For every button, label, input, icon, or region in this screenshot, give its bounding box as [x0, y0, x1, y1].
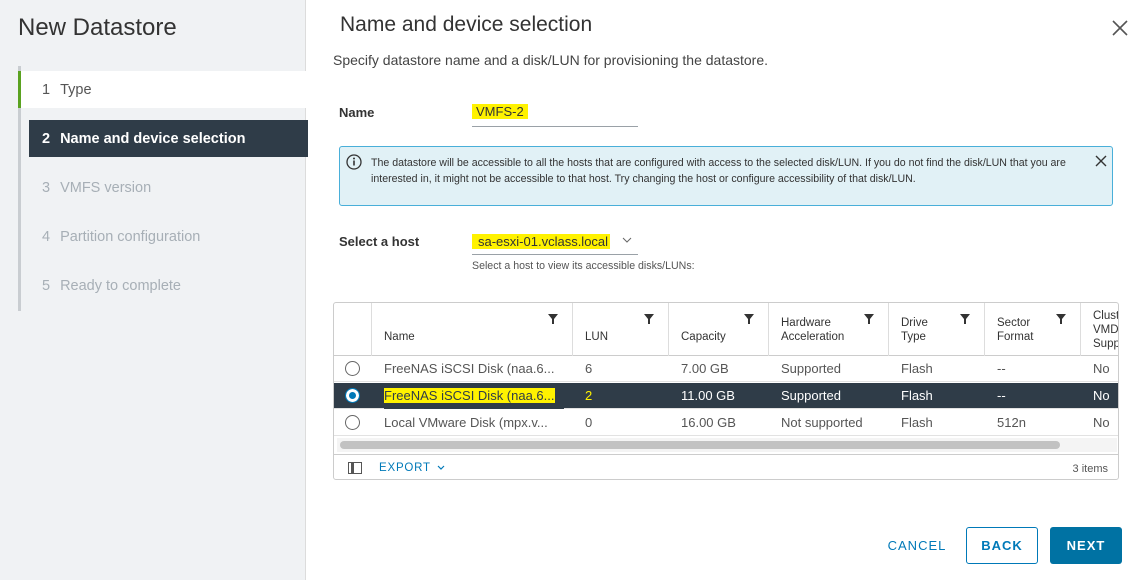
wizard-sidebar: New Datastore 1 Type 2 Name and device s…	[0, 0, 308, 580]
row-radio[interactable]	[345, 415, 360, 430]
step-label: VMFS version	[60, 179, 152, 196]
export-button[interactable]: EXPORT	[379, 462, 445, 474]
column-header-sector-format[interactable]: Sector Format	[984, 303, 1080, 356]
column-title: Drive Type	[901, 317, 928, 343]
table-row[interactable]: FreeNAS iSCSI Disk (naa.6... 6 7.00 GB S…	[334, 356, 1118, 382]
row-radio[interactable]	[345, 388, 360, 403]
column-toggle-icon[interactable]	[348, 462, 362, 474]
cell-name: FreeNAS iSCSI Disk (naa.6...	[384, 383, 564, 409]
back-button[interactable]: BACK	[966, 527, 1038, 564]
host-value: sa-esxi-01.vclass.local	[472, 234, 611, 249]
page-title: Name and device selection	[340, 13, 593, 36]
cell-name: Local VMware Disk (mpx.v...	[384, 415, 548, 430]
cell-sector-format: 512n	[997, 415, 1026, 430]
column-title: LUN	[585, 331, 609, 343]
row-radio[interactable]	[345, 361, 360, 376]
item-count: 3 items	[1072, 463, 1108, 475]
cell-hardware-acceleration: Supported	[781, 361, 841, 376]
cell-drive-type: Flash	[901, 361, 933, 376]
filter-icon[interactable]	[960, 314, 970, 324]
cell-capacity: 11.00 GB	[681, 388, 735, 403]
column-title: Sector Format	[997, 317, 1034, 343]
filter-icon[interactable]	[548, 314, 558, 324]
column-header-name[interactable]: Name	[371, 303, 572, 356]
step-partition-configuration: 4 Partition configuration	[21, 218, 307, 255]
step-name-and-device[interactable]: 2 Name and device selection	[29, 120, 308, 157]
cell-sector-format: --	[997, 361, 1006, 376]
step-ready-to-complete: 5 Ready to complete	[21, 267, 307, 304]
step-label: Partition configuration	[60, 228, 201, 245]
filter-icon[interactable]	[744, 314, 754, 324]
table-row-selected[interactable]: FreeNAS iSCSI Disk (naa.6... 2 11.00 GB …	[334, 383, 1118, 409]
column-title: Hardware Acceleration	[781, 317, 845, 343]
grid-header: Name LUN Capacity Hardware Acceleration …	[334, 303, 1119, 356]
cell-capacity: 16.00 GB	[681, 415, 736, 430]
column-header-capacity[interactable]: Capacity	[668, 303, 768, 356]
cancel-button[interactable]: CANCEL	[876, 527, 958, 564]
step-label: Ready to complete	[60, 277, 181, 294]
chevron-down-icon	[437, 465, 445, 470]
next-button[interactable]: NEXT	[1050, 527, 1122, 564]
cell-lun: 6	[585, 361, 593, 376]
name-value: VMFS-2	[472, 104, 528, 119]
step-number: 1	[42, 81, 51, 98]
column-title: Capacity	[681, 331, 726, 343]
horizontal-scrollbar[interactable]	[337, 438, 1117, 452]
step-type[interactable]: 1 Type	[18, 71, 307, 108]
cell-hardware-acceleration: Not supported	[781, 415, 863, 430]
close-icon[interactable]	[1095, 155, 1107, 167]
info-icon	[346, 154, 362, 170]
step-number: 3	[42, 179, 51, 196]
step-number: 2	[42, 130, 51, 147]
cell-hardware-acceleration: Supported	[781, 388, 841, 403]
scrollbar-thumb[interactable]	[340, 441, 1060, 449]
filter-icon[interactable]	[644, 314, 654, 324]
column-header-drive-type[interactable]: Drive Type	[888, 303, 984, 356]
cell-clustered-vmdk: No	[1093, 361, 1110, 376]
grid-footer: EXPORT 3 items	[334, 454, 1118, 479]
filter-icon[interactable]	[864, 314, 874, 324]
chevron-down-icon	[622, 237, 632, 243]
cell-name-text: FreeNAS iSCSI Disk (naa.6...	[384, 388, 555, 403]
step-label: Name and device selection	[60, 130, 246, 147]
datastore-name-input[interactable]: VMFS-2	[472, 104, 638, 127]
column-header-lun[interactable]: LUN	[572, 303, 668, 356]
step-number: 5	[42, 277, 51, 294]
step-number: 4	[42, 228, 51, 245]
cell-lun: 0	[585, 415, 593, 430]
cell-clustered-vmdk: No	[1093, 415, 1110, 430]
info-text: The datastore will be accessible to all …	[371, 157, 1066, 185]
cell-clustered-vmdk: No	[1093, 388, 1110, 403]
host-select[interactable]: sa-esxi-01.vclass.local	[472, 234, 638, 255]
host-label: Select a host	[339, 234, 420, 249]
step-label: Type	[60, 81, 92, 98]
name-label: Name	[339, 105, 375, 120]
cell-lun: 2	[585, 388, 593, 403]
page-subtitle: Specify datastore name and a disk/LUN fo…	[333, 52, 769, 68]
column-title: Name	[384, 331, 415, 343]
export-label: EXPORT	[379, 462, 431, 474]
column-header-hardware-acceleration[interactable]: Hardware Acceleration	[768, 303, 888, 356]
cell-name: FreeNAS iSCSI Disk (naa.6...	[384, 361, 555, 376]
column-title: Clust VMD Supp	[1093, 310, 1119, 350]
wizard-steps: 1 Type 2 Name and device selection 3 VMF…	[18, 66, 308, 311]
table-row[interactable]: Local VMware Disk (mpx.v... 0 16.00 GB N…	[334, 410, 1118, 436]
close-icon[interactable]	[1110, 18, 1130, 38]
cell-capacity: 7.00 GB	[681, 361, 729, 376]
cell-sector-format: --	[997, 388, 1006, 403]
device-grid: Name LUN Capacity Hardware Acceleration …	[333, 302, 1119, 480]
filter-icon[interactable]	[1056, 314, 1066, 324]
info-alert: The datastore will be accessible to all …	[339, 146, 1113, 206]
step-vmfs-version: 3 VMFS version	[21, 169, 307, 206]
cell-drive-type: Flash	[901, 388, 933, 403]
cell-drive-type: Flash	[901, 415, 933, 430]
wizard-title: New Datastore	[18, 14, 177, 41]
host-help-text: Select a host to view its accessible dis…	[472, 260, 695, 272]
column-header-clustered-vmdk[interactable]: Clust VMD Supp	[1080, 303, 1119, 356]
